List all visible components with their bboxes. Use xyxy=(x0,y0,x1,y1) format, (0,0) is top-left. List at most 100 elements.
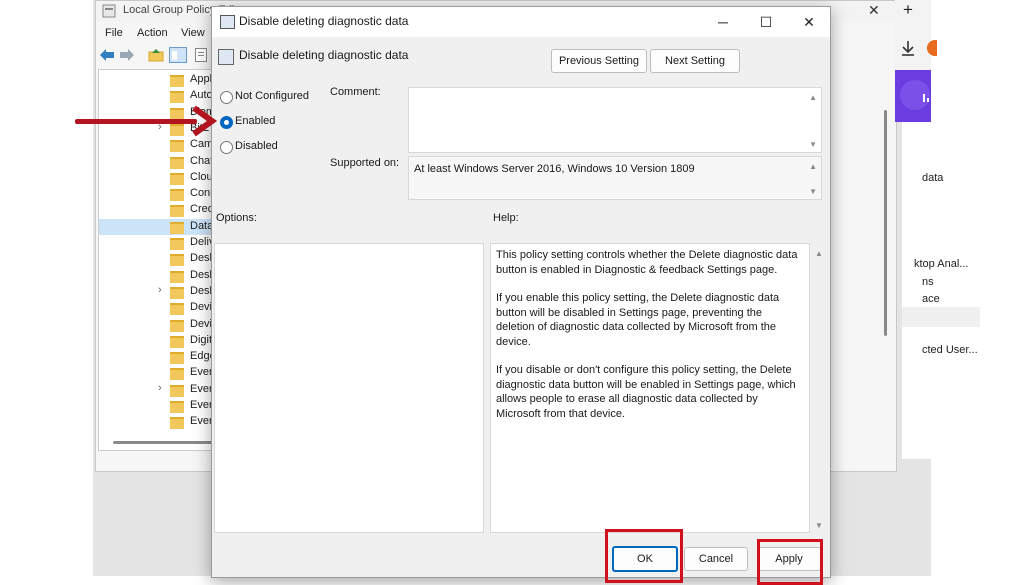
folder-icon xyxy=(170,107,184,120)
folder-icon xyxy=(170,221,184,234)
chevron-right-icon[interactable]: › xyxy=(158,284,162,296)
list-row-highlight xyxy=(902,307,980,327)
tree-item[interactable]: Conr xyxy=(99,186,217,202)
help-text: This policy setting controls whether the… xyxy=(496,248,801,435)
help-panel: This policy setting controls whether the… xyxy=(490,243,810,533)
tree-item[interactable]: Cred xyxy=(99,202,217,218)
comment-field[interactable]: ▲ ▼ xyxy=(408,87,822,153)
radio-circle-checked[interactable] xyxy=(220,116,233,129)
vertical-scrollbar[interactable] xyxy=(884,110,887,336)
tree-item[interactable]: Even xyxy=(99,365,217,381)
tree-item[interactable]: Clou xyxy=(99,170,217,186)
new-tab-plus-icon[interactable]: + xyxy=(903,0,913,20)
menu-view[interactable]: View xyxy=(181,27,205,39)
radio-circle[interactable] xyxy=(220,141,233,154)
tree-item-label: Cam xyxy=(190,138,214,151)
window-close-icon[interactable]: ✕ xyxy=(868,2,880,19)
tree-item[interactable]: Even xyxy=(99,398,217,414)
profile-avatar[interactable] xyxy=(927,40,937,56)
chevron-right-icon[interactable]: › xyxy=(158,382,162,394)
tree-item-label: Data xyxy=(190,219,214,232)
policy-name: Disable deleting diagnostic data xyxy=(239,48,409,62)
tree-item-label: Devi xyxy=(190,317,213,330)
list-item[interactable]: ktop Anal... xyxy=(914,258,968,270)
policy-setting-icon xyxy=(218,49,234,65)
supported-on-field: At least Windows Server 2016, Windows 10… xyxy=(408,156,822,200)
download-icon[interactable] xyxy=(901,40,915,56)
scroll-up-icon[interactable]: ▲ xyxy=(809,162,817,171)
maximize-icon[interactable]: ☐ xyxy=(751,11,781,33)
tree-item-label: Clou xyxy=(190,170,213,183)
folder-icon xyxy=(170,189,184,202)
forward-arrow-icon[interactable] xyxy=(120,49,134,61)
tree-item[interactable]: Auto xyxy=(99,88,217,104)
tree-item[interactable]: Data xyxy=(99,218,217,235)
tree-item[interactable]: › Even xyxy=(99,382,217,398)
annotation-arrow-shaft xyxy=(75,119,197,124)
policy-window-icon xyxy=(220,15,235,29)
tree-item-label: Digit xyxy=(190,333,213,346)
radio-label: Enabled xyxy=(235,115,276,127)
help-label: Help: xyxy=(493,212,519,224)
tree-item[interactable]: Digit xyxy=(99,333,217,349)
tree-item[interactable]: Cam xyxy=(99,137,217,153)
radio-circle[interactable] xyxy=(220,91,233,104)
list-item[interactable]: ace xyxy=(922,293,940,305)
folder-icon xyxy=(170,401,184,413)
scroll-up-icon[interactable]: ▲ xyxy=(809,93,817,102)
list-item[interactable]: cted User... xyxy=(922,344,978,356)
help-paragraph-1: This policy setting controls whether the… xyxy=(496,249,798,276)
scroll-down-icon[interactable]: ▼ xyxy=(809,140,817,149)
help-scroll-down-icon[interactable]: ▼ xyxy=(815,521,823,530)
supported-on-text: At least Windows Server 2016, Windows 10… xyxy=(414,163,695,175)
list-item[interactable]: data xyxy=(922,172,943,184)
menu-action[interactable]: Action xyxy=(137,27,168,39)
tree-item[interactable]: Desk xyxy=(99,251,217,267)
tree-item[interactable]: Deliv xyxy=(99,235,217,251)
browser-toolbar-fragment: ✕ + xyxy=(868,0,937,70)
folder-icon xyxy=(170,384,184,397)
up-folder-icon[interactable] xyxy=(148,48,164,62)
help-scroll-up-icon[interactable]: ▲ xyxy=(815,249,823,258)
tree-item[interactable]: Devi xyxy=(99,317,217,333)
tree-item[interactable]: Chat xyxy=(99,154,217,170)
help-paragraph-3: If you disable or don't configure this p… xyxy=(496,364,796,420)
radio-label: Disabled xyxy=(235,140,278,152)
folder-icon xyxy=(170,319,184,332)
show-hide-tree-icon[interactable] xyxy=(169,47,187,63)
folder-icon xyxy=(170,123,184,136)
folder-icon xyxy=(170,368,184,381)
dialog-titlebar: Disable deleting diagnostic data ─ ☐ ✕ xyxy=(212,7,830,37)
annotation-arrow-icon xyxy=(192,105,218,137)
next-setting-button[interactable]: Next Setting xyxy=(650,49,740,73)
tree-item[interactable]: Desk xyxy=(99,268,217,284)
properties-icon[interactable] xyxy=(195,48,207,62)
comment-label: Comment: xyxy=(330,86,381,98)
policy-list-fragment: data ktop Anal... ns ace cted User... xyxy=(902,69,990,459)
tree-item[interactable]: Appli xyxy=(99,72,217,88)
chart-circle-icon xyxy=(900,80,930,110)
back-arrow-icon[interactable] xyxy=(100,49,114,61)
menu-file[interactable]: File xyxy=(105,27,123,39)
options-panel xyxy=(214,243,484,533)
close-icon[interactable]: ✕ xyxy=(794,11,824,33)
folder-icon xyxy=(170,238,184,250)
ok-highlight-box xyxy=(605,529,683,583)
minimize-icon[interactable]: ─ xyxy=(708,11,738,33)
options-label: Options: xyxy=(216,212,257,224)
folder-icon xyxy=(170,303,184,316)
help-paragraph-2: If you enable this policy setting, the D… xyxy=(496,292,780,348)
tree-item[interactable]: Even xyxy=(99,414,217,430)
scroll-down-icon[interactable]: ▼ xyxy=(809,187,817,196)
tree-item[interactable]: Edge xyxy=(99,349,217,365)
tree-item-label: Devi xyxy=(190,301,213,314)
previous-setting-button[interactable]: Previous Setting xyxy=(551,49,647,73)
folder-icon xyxy=(170,417,184,430)
tree-item-label: Chat xyxy=(190,154,214,167)
tree-item[interactable]: › Desk xyxy=(99,284,217,300)
folder-icon xyxy=(170,270,184,283)
list-item[interactable]: ns xyxy=(922,276,934,288)
policy-setting-dialog: Disable deleting diagnostic data ─ ☐ ✕ D… xyxy=(211,6,831,578)
tree-item[interactable]: Devi xyxy=(99,300,217,316)
cancel-button[interactable]: Cancel xyxy=(684,547,748,571)
